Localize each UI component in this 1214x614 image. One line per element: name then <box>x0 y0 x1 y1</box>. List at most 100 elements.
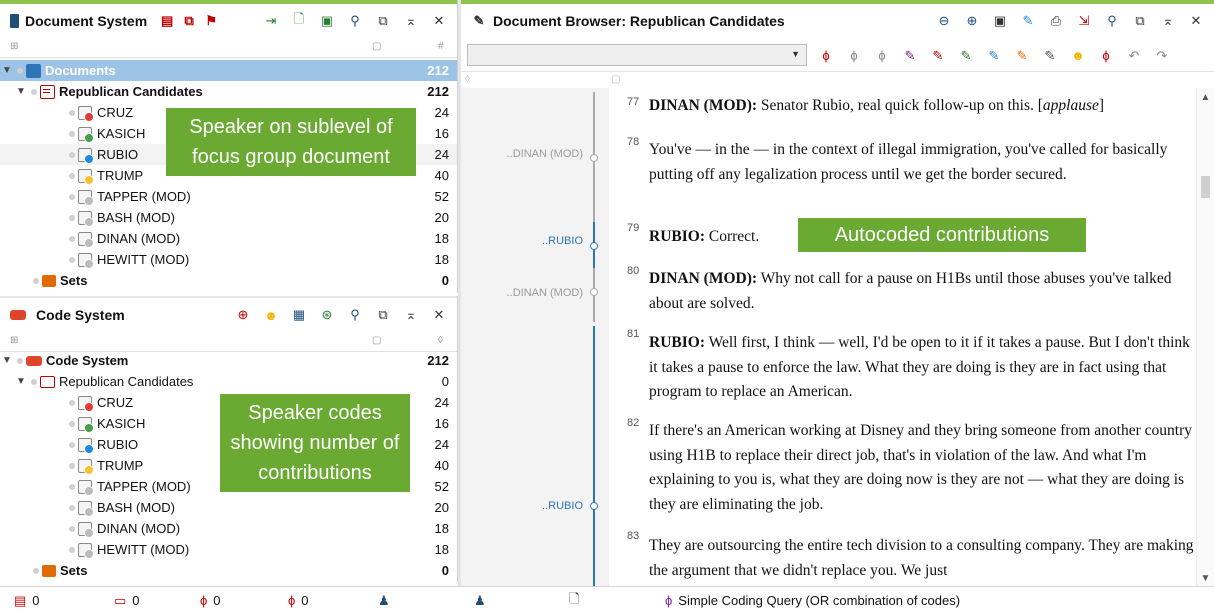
highlighter-green-icon[interactable]: ✎ <box>957 48 975 63</box>
tree-row-code[interactable]: DINAN (MOD) 18 <box>0 518 457 539</box>
code-multi-icon[interactable]: ϕ <box>873 48 891 63</box>
code-icon[interactable]: ϕ <box>817 48 835 63</box>
doc-red-icon[interactable]: ▤ <box>159 13 175 29</box>
print-icon[interactable]: ⎙ <box>1048 13 1064 29</box>
tree-row-code[interactable]: HEWITT (MOD) 18 <box>0 539 457 560</box>
paragraph-text: Senator Rubio, real quick follow-up on t… <box>757 97 1043 114</box>
zoom-percent-icon[interactable]: ▣ <box>992 13 1008 29</box>
coding-stripe-label[interactable]: ..RUBIO <box>542 235 583 247</box>
coding-stripe-label[interactable]: ..DINAN (MOD) <box>507 287 583 299</box>
paragraph[interactable]: RUBIO: Well first, I think — well, I'd b… <box>649 331 1196 405</box>
coding-stripe[interactable] <box>590 222 598 272</box>
document-text[interactable]: DINAN (MOD): Senator Rubio, real quick f… <box>649 88 1196 588</box>
emoticode-icon[interactable]: ☻ <box>1069 48 1087 63</box>
table-icon[interactable]: ▦ <box>291 307 307 323</box>
paragraph[interactable]: They are outsourcing the entire tech div… <box>649 534 1196 586</box>
chevron-down-icon[interactable]: ▼ <box>0 65 14 76</box>
new-code-icon[interactable]: ⊛ <box>319 307 335 323</box>
chevron-down-icon[interactable]: ▼ <box>0 355 14 366</box>
tree-row-republican-candidates[interactable]: ▼ Republican Candidates 0 <box>0 371 457 392</box>
highlighter-purple-icon[interactable]: ✎ <box>901 48 919 63</box>
document-browser-panel: ✎ Document Browser: Republican Candidate… <box>461 0 1214 588</box>
code-symbol-icon[interactable]: ϕ <box>1097 48 1115 63</box>
zoom-out-icon[interactable]: ⊖ <box>936 13 952 29</box>
undo-code-icon[interactable]: ↶ <box>1125 48 1143 63</box>
tree-row-documents[interactable]: ▼ Documents 212 <box>0 60 457 81</box>
coding-stripe-label[interactable]: ..RUBIO <box>542 500 583 512</box>
status-user2[interactable]: ♟ <box>460 593 555 609</box>
tree-row-speaker[interactable]: TAPPER (MOD) 52 <box>0 186 457 207</box>
scroll-up-icon[interactable]: ▲ <box>1197 92 1214 103</box>
status-weight[interactable]: ϕ 0 <box>274 593 364 608</box>
scrollbar-thumb[interactable] <box>1201 176 1210 198</box>
minimize-icon[interactable]: ⌅ <box>403 13 419 29</box>
close-icon[interactable]: ✕ <box>431 307 447 323</box>
tree-item-count: 24 <box>434 105 449 120</box>
stripe-knob[interactable] <box>590 288 598 296</box>
search-icon[interactable]: ⚲ <box>347 13 363 29</box>
status-dot <box>31 378 37 385</box>
scroll-down-icon[interactable]: ▼ <box>1197 573 1214 584</box>
paragraph[interactable]: DINAN (MOD): Senator Rubio, real quick f… <box>649 94 1196 119</box>
search-icon[interactable]: ⚲ <box>347 307 363 323</box>
status-dot <box>69 214 75 221</box>
tree-row-code-system[interactable]: ▼ Code System 212 <box>0 350 457 371</box>
code-in-vivo-icon[interactable]: ϕ <box>845 48 863 63</box>
highlighter-orange-icon[interactable]: ✎ <box>1013 48 1031 63</box>
tree-row-sets[interactable]: Sets 0 <box>0 270 457 291</box>
search-icon[interactable]: ⚲ <box>1104 13 1120 29</box>
undock-icon[interactable]: ⧉ <box>1132 13 1148 29</box>
close-icon[interactable]: ✕ <box>431 13 447 29</box>
coding-stripe-label[interactable]: ..DINAN (MOD) <box>507 148 583 160</box>
edit-mode-icon[interactable]: ✎ <box>1020 13 1036 29</box>
tree-item-count: 52 <box>434 479 449 494</box>
stripe-knob[interactable] <box>590 154 598 162</box>
vertical-scrollbar[interactable]: ▲ ▼ <box>1196 88 1214 588</box>
doc-flag-icon[interactable]: ⚑ <box>203 13 219 29</box>
undock-icon[interactable]: ⧉ <box>375 307 391 323</box>
speaker-code-icon <box>78 395 94 412</box>
import-icon[interactable]: ⇥ <box>263 13 279 29</box>
new-folder-icon[interactable]: ▣ <box>319 13 335 29</box>
status-user[interactable]: ♟ <box>364 593 460 609</box>
status-documents[interactable]: ▤ 0 <box>0 593 100 609</box>
paragraph[interactable]: DINAN (MOD): Why not call for a pause on… <box>649 267 1196 316</box>
close-icon[interactable]: ✕ <box>1188 13 1204 29</box>
code-selector-dropdown[interactable] <box>467 43 807 66</box>
new-doc-icon[interactable]: 🗋 <box>291 11 307 29</box>
tree-row-speaker[interactable]: DINAN (MOD) 18 <box>0 228 457 249</box>
highlighter-gray-icon[interactable]: ✎ <box>1041 48 1059 63</box>
chevron-down-icon[interactable]: ▼ <box>14 376 28 387</box>
export-icon[interactable]: ⇲ <box>1076 13 1092 29</box>
stripe-knob[interactable] <box>590 502 598 510</box>
highlighter-blue-icon[interactable]: ✎ <box>985 48 1003 63</box>
stripe-knob[interactable] <box>590 242 598 250</box>
coding-stripe[interactable] <box>590 92 598 224</box>
undock-icon[interactable]: ⧉ <box>375 13 391 29</box>
chevron-down-icon[interactable]: ▼ <box>14 86 28 97</box>
paragraph[interactable]: You've — in the — in the context of ille… <box>649 138 1196 187</box>
zoom-in-icon[interactable]: ⊕ <box>964 13 980 29</box>
status-codes[interactable]: ▭ 0 <box>100 593 186 609</box>
minimize-icon[interactable]: ⌅ <box>1160 13 1176 29</box>
coding-toolbar: ϕ ϕ ϕ ✎ ✎ ✎ ✎ ✎ ✎ ☻ ϕ ↶ ↷ <box>461 38 1214 72</box>
status-dot <box>69 235 75 242</box>
tree-row-speaker[interactable]: HEWITT (MOD) 18 <box>0 249 457 270</box>
status-coded-segments[interactable]: ϕ 0 <box>186 593 274 608</box>
doc-copy-icon[interactable]: ⧉ <box>181 13 197 29</box>
code-add-icon[interactable]: ⊕ <box>235 307 251 323</box>
redo-code-icon[interactable]: ↷ <box>1153 48 1171 63</box>
tree-row-sets[interactable]: Sets 0 <box>0 560 457 581</box>
highlighter-red-icon[interactable]: ✎ <box>929 48 947 63</box>
status-query[interactable]: ϕ Simple Coding Query (OR combination of… <box>651 593 1031 608</box>
paragraph[interactable]: If there's an American working at Disney… <box>649 419 1196 517</box>
status-doc-link[interactable]: 🗋 <box>555 590 651 612</box>
tree-row-speaker[interactable]: BASH (MOD) 20 <box>0 207 457 228</box>
coding-stripe[interactable] <box>590 326 598 586</box>
smiley-icon[interactable]: ☻ <box>263 307 279 323</box>
tree-item-label: Sets <box>60 563 88 578</box>
tree-row-code[interactable]: BASH (MOD) 20 <box>0 497 457 518</box>
minimize-icon[interactable]: ⌅ <box>403 307 419 323</box>
tree-row-republican-candidates[interactable]: ▼ Republican Candidates 212 <box>0 81 457 102</box>
coding-stripe[interactable] <box>590 268 598 322</box>
